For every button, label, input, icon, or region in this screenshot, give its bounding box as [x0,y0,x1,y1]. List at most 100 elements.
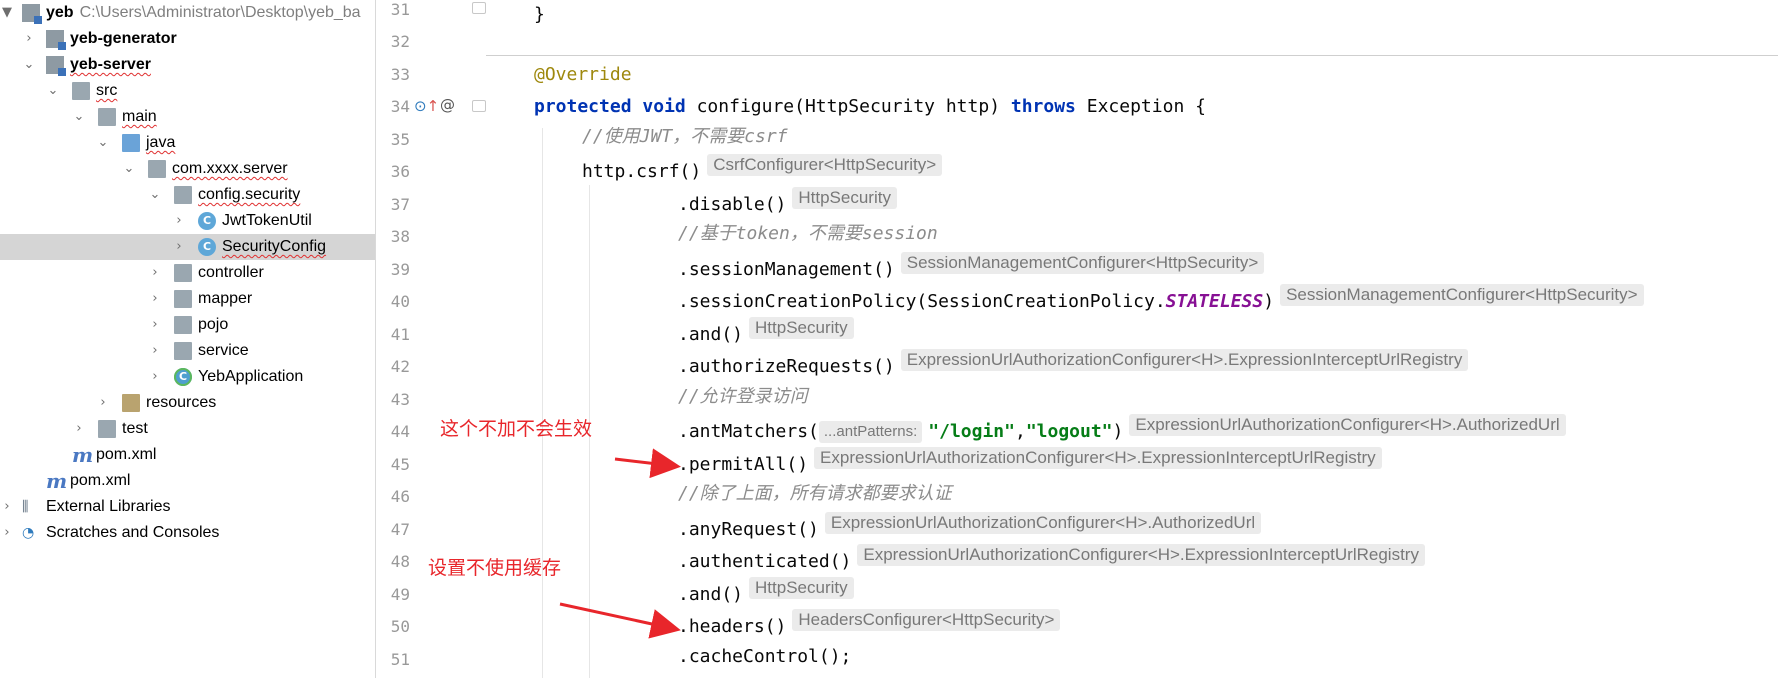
tree-item-resources[interactable]: › resources [0,390,375,416]
tree-item-java[interactable]: ⌄ java [0,130,375,156]
code-line-40[interactable]: .sessionCreationPolicy(SessionCreationPo… [678,284,1644,314]
chevron-right-icon[interactable]: › [148,367,162,387]
code-line-37[interactable]: .disable() HttpSecurity [678,187,897,217]
code-line-41[interactable]: .and() HttpSecurity [678,317,854,347]
root-path: C:\Users\Administrator\Desktop\yeb_ba [79,4,361,21]
folder-icon [98,108,116,126]
tree-item-yebapplication[interactable]: › C YebApplication [0,364,375,390]
package-icon [174,186,192,204]
code-line-33[interactable]: @Override [534,60,632,90]
tree-item-yeb-root[interactable]: ▼ yeb C:\Users\Administrator\Desktop\yeb_… [0,0,375,26]
chevron-right-icon[interactable]: › [72,419,86,439]
code-text: .permitAll() [678,454,809,475]
line-number: 37 [390,195,410,214]
code-line-34[interactable]: protected void configure(HttpSecurity ht… [534,92,1206,122]
chevron-down-icon[interactable]: ⌄ [22,55,36,75]
tree-item-scratches[interactable]: › ◔ Scratches and Consoles [0,520,375,546]
at-gutter-icon[interactable]: @ [440,96,455,114]
package-icon [148,160,166,178]
tree-label: JwtTokenUtil [222,212,312,229]
code-line-47[interactable]: .anyRequest() ExpressionUrlAuthorizationC… [678,512,1262,542]
chevron-down-icon[interactable]: ▼ [0,3,14,23]
chevron-down-icon[interactable]: ⌄ [46,81,60,101]
chevron-right-icon[interactable]: › [148,315,162,335]
code-line-50[interactable]: .headers() HeadersConfigurer<HttpSecurity… [678,609,1061,639]
code-line-48[interactable]: .authenticated() ExpressionUrlAuthorizati… [678,544,1425,574]
tree-item-config-security[interactable]: ⌄ config.security [0,182,375,208]
static-field: STATELESS [1165,291,1264,312]
code-line-39[interactable]: .sessionManagement() SessionManagementCon… [678,252,1265,282]
chevron-down-icon[interactable]: ⌄ [122,159,136,179]
tree-item-pojo[interactable]: › pojo [0,312,375,338]
chevron-right-icon[interactable]: › [172,211,186,231]
line-number: 40 [390,292,410,311]
code-line-43[interactable]: //允许登录访问 [678,382,808,412]
tree-item-yeb-server[interactable]: ⌄ yeb-server [0,52,375,78]
override-gutter-icon[interactable]: ⊙↑ [414,97,439,115]
chevron-right-icon[interactable]: › [148,341,162,361]
package-icon [174,290,192,308]
tree-label: src [96,82,118,99]
code-line-35[interactable]: //使用JWT，不需要csrf [582,122,788,152]
chevron-right-icon[interactable]: › [0,523,14,543]
tree-label: pojo [198,316,229,333]
tree-item-service[interactable]: › service [0,338,375,364]
chevron-right-icon[interactable]: › [148,263,162,283]
tree-item-server-pom[interactable]: m pom.xml [0,442,375,468]
tree-item-controller[interactable]: › controller [0,260,375,286]
tree-item-mapper[interactable]: › mapper [0,286,375,312]
tree-item-main[interactable]: ⌄ main [0,104,375,130]
chevron-down-icon[interactable]: ⌄ [72,107,86,127]
code-line-44[interactable]: .antMatchers(...antPatterns: "/login","lo… [678,414,1566,444]
tree-item-src[interactable]: ⌄ src [0,78,375,104]
chevron-right-icon[interactable]: › [172,237,186,257]
fold-marker-icon[interactable] [472,2,486,14]
tree-label: com.xxxx.server [172,160,288,177]
type-hint: ExpressionUrlAuthorizationConfigurer<H>.… [814,447,1382,469]
package-icon [174,342,192,360]
code-line-51[interactable]: .cacheControl(); [678,642,851,672]
tree-label: main [122,108,157,125]
code-text: .cacheControl(); [678,646,852,667]
tree-item-test[interactable]: › test [0,416,375,442]
tree-item-root-pom[interactable]: m pom.xml [0,468,375,494]
chevron-down-icon[interactable]: ⌄ [96,133,110,153]
tree-item-jwttokenutil[interactable]: › C JwtTokenUtil [0,208,375,234]
tree-item-external-libraries[interactable]: › ⫼ External Libraries [0,494,375,520]
line-number: 45 [390,455,410,474]
tree-label: service [198,342,249,359]
tree-label: SecurityConfig [222,238,327,255]
chevron-down-icon[interactable]: ⌄ [148,185,162,205]
chevron-right-icon[interactable]: › [22,29,36,49]
line-number: 51 [390,650,410,669]
tree-item-com-xxxx-server[interactable]: ⌄ com.xxxx.server [0,156,375,182]
line-number: 46 [390,487,410,506]
tree-item-securityconfig[interactable]: › C SecurityConfig [0,234,375,260]
module-icon [22,4,42,24]
code-text: .sessionManagement() [678,259,895,280]
chevron-right-icon[interactable]: › [148,289,162,309]
type-hint: ExpressionUrlAuthorizationConfigurer<H>.… [824,512,1262,534]
comment-text: //允许登录访问 [678,386,808,407]
code-line-31[interactable]: } [534,0,545,30]
code-line-36[interactable]: http.csrf() CsrfConfigurer<HttpSecurity> [582,154,943,184]
spring-class-icon: C [174,368,192,386]
line-number: 38 [390,227,410,246]
line-number: 49 [390,585,410,604]
tree-item-yeb-generator[interactable]: › yeb-generator [0,26,375,52]
folder-icon [98,420,116,438]
code-text: .disable() [678,194,787,215]
code-line-38[interactable]: //基于token，不需要session [678,219,938,249]
tree-label: resources [146,394,217,411]
code-line-49[interactable]: .and() HttpSecurity [678,577,854,607]
code-line-42[interactable]: .authorizeRequests() ExpressionUrlAuthori… [678,349,1469,379]
annotation-note-permitall: 这个不加不会生效 [440,418,593,440]
code-line-46[interactable]: //除了上面，所有请求都要求认证 [678,479,952,509]
line-number: 34 [390,97,410,116]
code-line-45[interactable]: .permitAll() ExpressionUrlAuthorizationCo… [678,447,1382,477]
chevron-right-icon[interactable]: › [0,497,14,517]
chevron-right-icon[interactable]: › [96,393,110,413]
maven-icon: m [46,469,68,493]
code-editor[interactable]: 31 32 33 34 35 36 37 38 39 40 41 42 43 4… [376,0,1778,678]
fold-marker-icon[interactable] [472,100,486,112]
